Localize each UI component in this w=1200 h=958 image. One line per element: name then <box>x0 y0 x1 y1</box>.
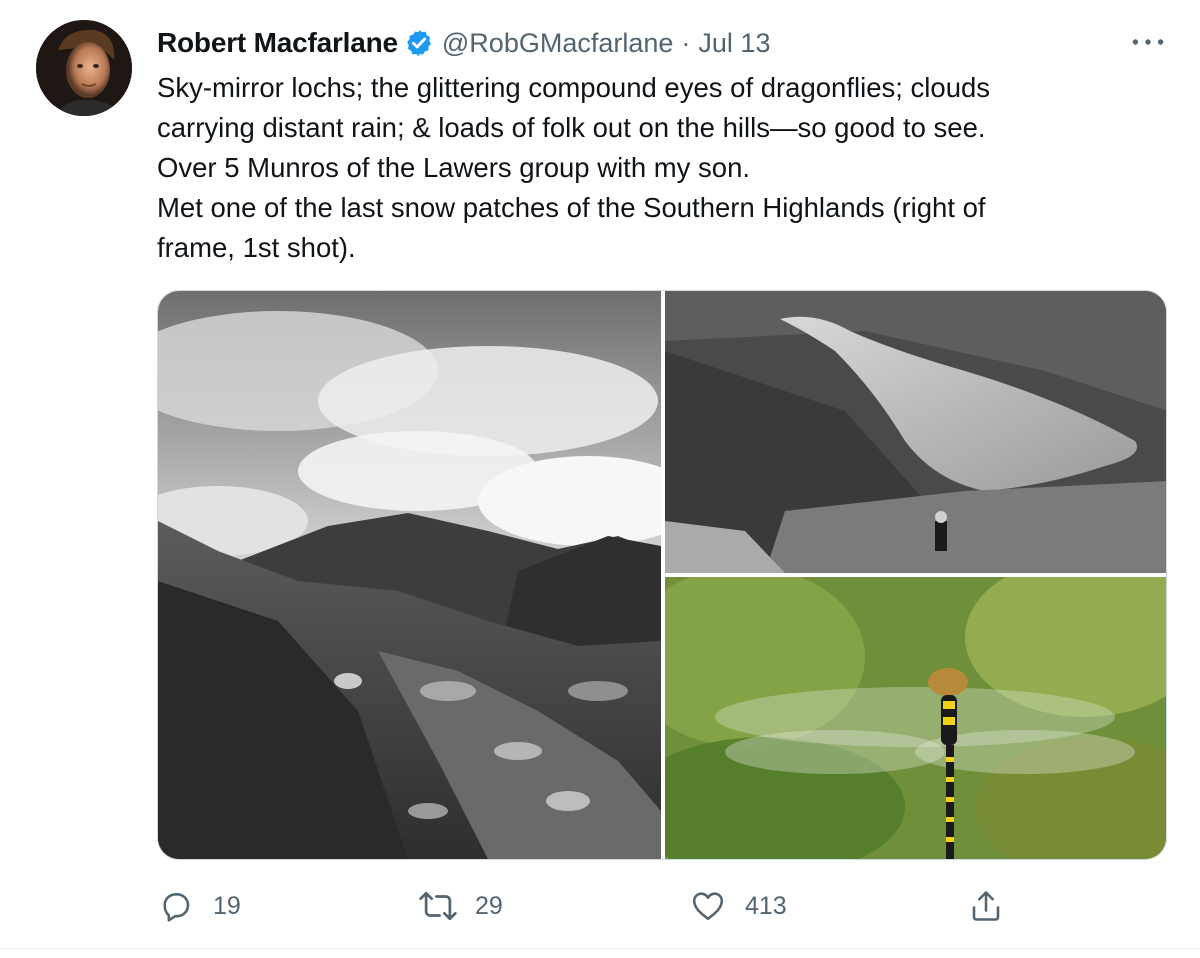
tweet-divider <box>0 948 1200 949</box>
tweet[interactable]: Robert Macfarlane @RobGMacfarlane · Jul … <box>0 0 1200 958</box>
author-avatar[interactable] <box>36 20 132 116</box>
tweet-text-line: Over 5 Munros of the Lawers group with m… <box>157 152 751 183</box>
like-count: 413 <box>745 891 787 920</box>
reply-button[interactable]: 19 <box>157 880 241 932</box>
reply-icon <box>157 887 195 925</box>
more-horizontal-icon <box>1132 39 1164 45</box>
mountain-photo <box>158 291 661 859</box>
tweet-header: Robert Macfarlane @RobGMacfarlane · Jul … <box>157 26 770 60</box>
photo-loch-hiker[interactable] <box>665 291 1166 573</box>
photo-dragonfly[interactable] <box>665 577 1166 859</box>
heart-icon <box>689 887 727 925</box>
retweet-icon <box>419 887 457 925</box>
author-display-name[interactable]: Robert Macfarlane <box>157 27 398 59</box>
loch-photo <box>665 291 1166 573</box>
photo-mountain-path[interactable] <box>158 291 661 859</box>
tweet-text-line: carrying distant rain; & loads of folk o… <box>157 112 986 143</box>
share-button[interactable] <box>967 880 1005 932</box>
tweet-timestamp[interactable]: Jul 13 <box>698 28 770 59</box>
share-icon <box>967 887 1005 925</box>
retweet-button[interactable]: 29 <box>419 880 503 932</box>
author-avatar-image <box>36 20 132 116</box>
reply-count: 19 <box>213 891 241 920</box>
tweet-text-line: Sky-mirror lochs; the glittering compoun… <box>157 72 991 103</box>
author-handle[interactable]: @RobGMacfarlane <box>442 28 674 59</box>
tweet-text-line: Met one of the last snow patches of the … <box>157 192 986 223</box>
like-button[interactable]: 413 <box>689 880 787 932</box>
tweet-text-line: frame, 1st shot). <box>157 232 356 263</box>
tweet-actions: 19 29 413 <box>157 880 1167 932</box>
media-grid <box>157 290 1167 860</box>
verified-badge-icon <box>404 28 434 58</box>
separator-dot: · <box>681 27 691 58</box>
tweet-text: Sky-mirror lochs; the glittering compoun… <box>157 68 1167 268</box>
dragonfly-photo <box>665 577 1166 859</box>
more-options-button[interactable] <box>1128 26 1168 58</box>
retweet-count: 29 <box>475 891 503 920</box>
